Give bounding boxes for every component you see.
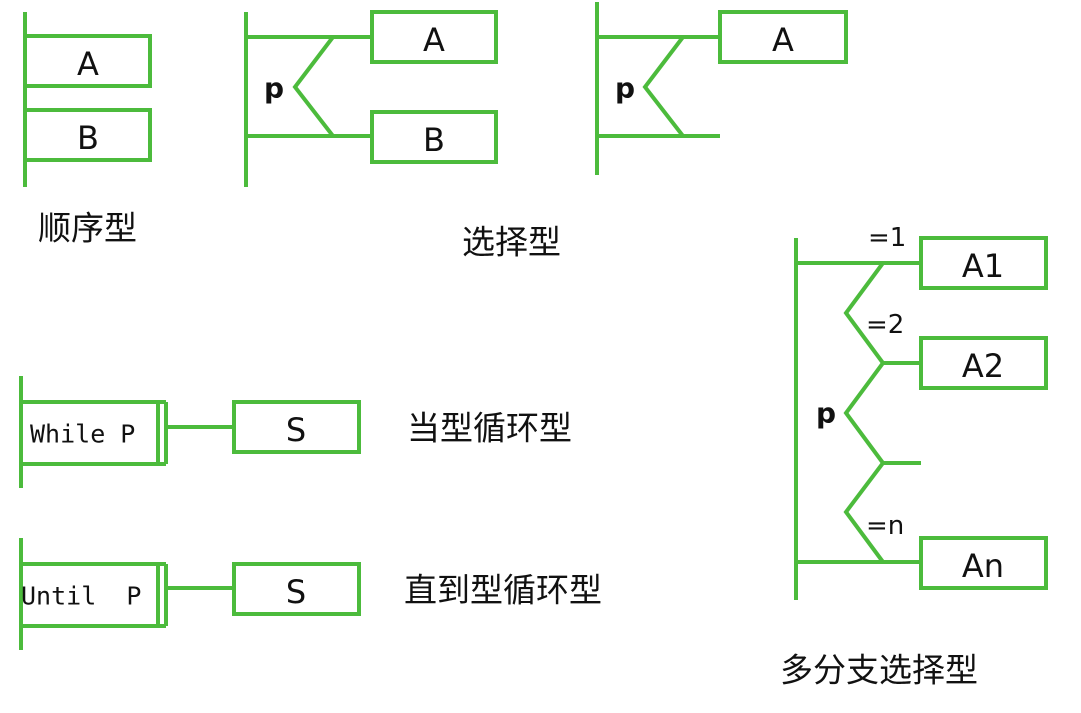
sequence-caption: 顺序型 [38,209,137,248]
selection-box-b-label: B [423,121,445,159]
selection-structure: A B p [244,10,498,187]
sequence-structure: A B [23,12,152,187]
selection-single-condition-wedge [642,35,685,138]
sequence-box-b-label: B [77,119,99,157]
selection-single-box-a-label: A [772,21,794,59]
selection-single-structure: A p [595,2,848,175]
flowchart-structures-diagram: A B 顺序型 A B p 选择型 A p While P S 当型循环型 Un… [19,2,1048,690]
selection-single-condition-label: p [615,72,635,105]
selection-condition-label: p [264,72,284,105]
multi-branch-box-2-label: A2 [962,347,1004,385]
until-loop-structure: Until P S [19,538,361,650]
multi-branch-label-1: =1 [868,223,906,253]
selection-caption: 选择型 [462,223,561,262]
while-condition-label: While P [30,420,135,449]
while-loop-structure: While P S [19,376,361,488]
until-loop-caption: 直到型循环型 [404,571,602,610]
until-condition-label: Until P [21,582,141,611]
while-loop-caption: 当型循环型 [407,409,572,448]
until-body-label: S [286,573,306,611]
selection-box-a-label: A [423,21,445,59]
sequence-box-a-label: A [77,45,99,83]
while-body-label: S [286,411,306,449]
multi-branch-box-1-label: A1 [962,247,1004,285]
multi-branch-condition-label: p [816,397,836,430]
multi-branch-box-n-label: An [962,547,1004,585]
multi-branch-label-n: =n [866,511,904,541]
multi-branch-caption: 多分支选择型 [780,651,978,690]
multi-branch-label-2: =2 [866,310,904,340]
selection-condition-wedge [292,35,335,138]
multi-branch-structure: A1 A2 An =1 =2 =n p [794,223,1048,600]
